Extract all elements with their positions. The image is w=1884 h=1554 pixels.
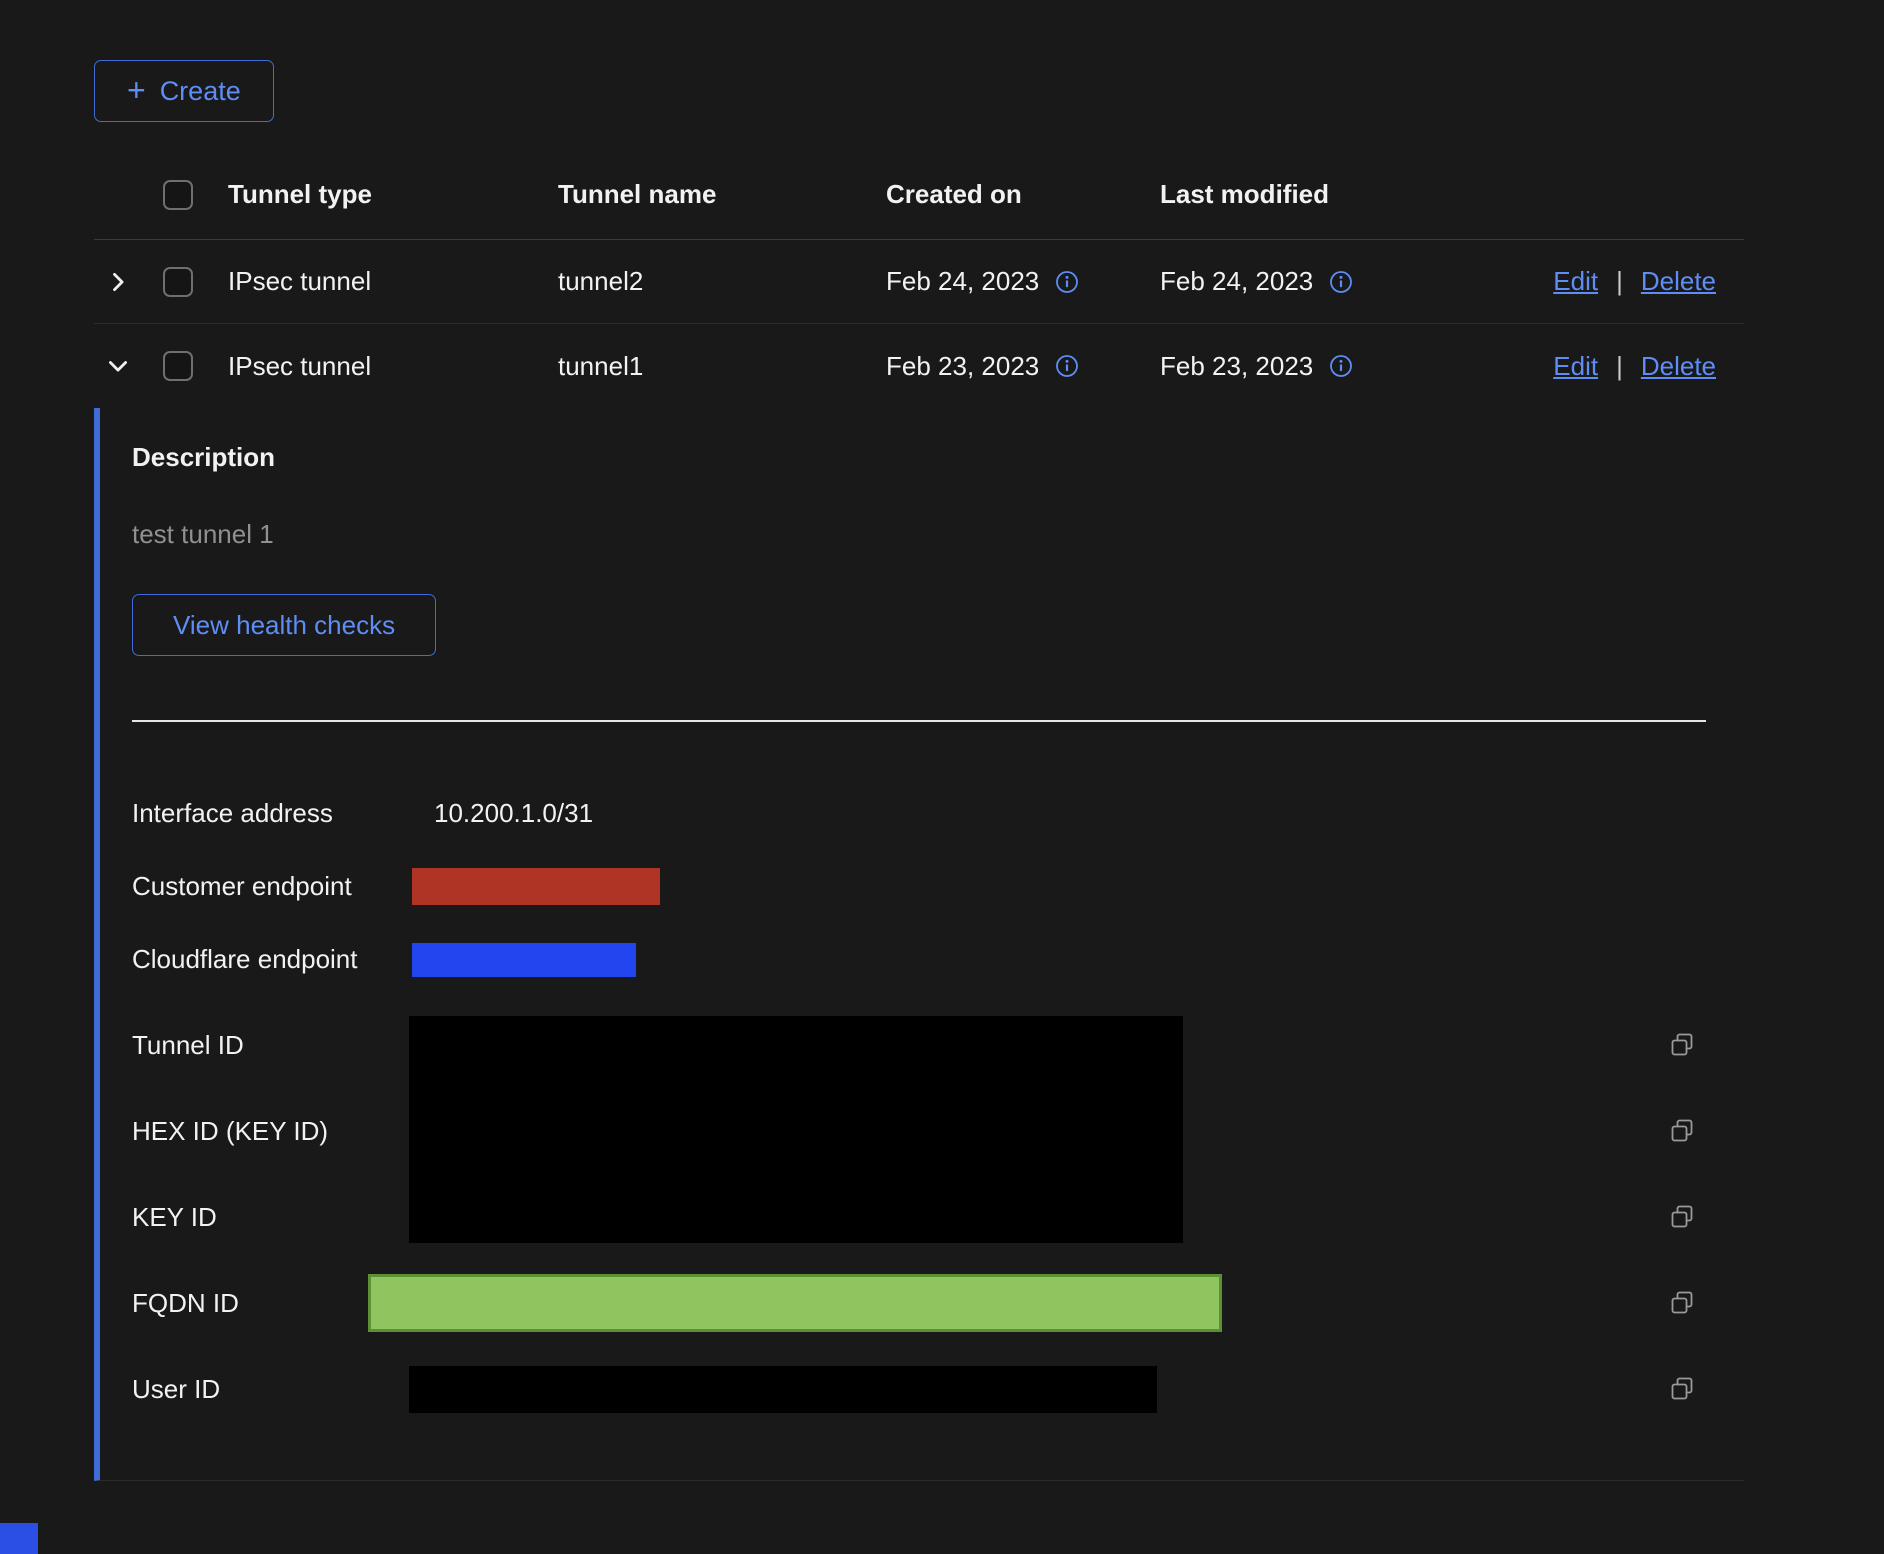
tunnel-type-cell: IPsec tunnel (228, 351, 558, 382)
last-modified-value: Feb 24, 2023 (1160, 266, 1313, 297)
delete-link[interactable]: Delete (1641, 351, 1716, 382)
plus-icon: + (127, 74, 146, 106)
field-group-ids: Tunnel ID HEX ID (KEY ID) KEY ID (132, 1002, 1744, 1260)
column-header-tunnel-name: Tunnel name (558, 179, 886, 210)
create-button[interactable]: + Create (94, 60, 274, 122)
description-heading: Description (132, 442, 1744, 473)
tunnel-fields: Interface address 10.200.1.0/31 Customer… (132, 777, 1744, 1432)
tunnel-name-cell: tunnel1 (558, 351, 886, 382)
action-separator: | (1616, 351, 1623, 382)
table-row-tunnel1: IPsec tunnel tunnel1 Feb 23, 2023 Feb 23… (94, 324, 1744, 408)
redacted-fqdn-id-value (368, 1274, 1222, 1332)
redacted-customer-endpoint-value (412, 868, 660, 905)
field-label: Cloudflare endpoint (132, 944, 412, 975)
tunnel-name-cell: tunnel2 (558, 266, 886, 297)
ipsec-tunnels-page: + Create Tunnel type Tunnel name Created… (0, 0, 1884, 1481)
column-header-created-on: Created on (886, 179, 1160, 210)
copy-fqdn-id-icon[interactable] (1668, 1289, 1696, 1317)
field-fqdn-id: FQDN ID (132, 1260, 1744, 1346)
description-value: test tunnel 1 (132, 519, 1744, 550)
row-checkbox[interactable] (163, 351, 193, 381)
info-icon[interactable] (1055, 270, 1079, 294)
delete-link[interactable]: Delete (1641, 266, 1716, 297)
field-customer-endpoint: Customer endpoint (132, 850, 1744, 923)
redacted-cloudflare-endpoint-value (412, 943, 636, 977)
column-header-tunnel-type: Tunnel type (228, 179, 558, 210)
field-label: User ID (132, 1374, 412, 1405)
scrollbar-fragment (0, 1523, 38, 1554)
info-icon[interactable] (1329, 354, 1353, 378)
table-row-tunnel2: IPsec tunnel tunnel2 Feb 24, 2023 Feb 24… (94, 240, 1744, 324)
info-icon[interactable] (1329, 270, 1353, 294)
row-checkbox[interactable] (163, 267, 193, 297)
created-on-value: Feb 24, 2023 (886, 266, 1039, 297)
interface-address-value: 10.200.1.0/31 (412, 798, 593, 829)
redacted-user-id-value (409, 1366, 1157, 1413)
tunnels-table: Tunnel type Tunnel name Created on Last … (94, 150, 1744, 1481)
create-button-label: Create (160, 76, 241, 107)
tunnel-detail-panel: Description test tunnel 1 View health ch… (94, 408, 1744, 1481)
edit-link[interactable]: Edit (1553, 266, 1598, 297)
field-label: Interface address (132, 798, 412, 829)
select-all-checkbox[interactable] (163, 180, 193, 210)
field-label: KEY ID (132, 1202, 217, 1233)
edit-link[interactable]: Edit (1553, 351, 1598, 382)
field-interface-address: Interface address 10.200.1.0/31 (132, 777, 1744, 850)
copy-hex-id-icon[interactable] (1668, 1117, 1696, 1145)
created-on-value: Feb 23, 2023 (886, 351, 1039, 382)
expand-chevron-right-icon[interactable] (104, 268, 132, 296)
table-header-row: Tunnel type Tunnel name Created on Last … (94, 150, 1744, 240)
action-separator: | (1616, 266, 1623, 297)
copy-tunnel-id-icon[interactable] (1668, 1031, 1696, 1059)
copy-key-id-icon[interactable] (1668, 1203, 1696, 1231)
redacted-id-values (409, 1016, 1183, 1243)
field-label: Customer endpoint (132, 871, 412, 902)
field-label: HEX ID (KEY ID) (132, 1116, 328, 1147)
copy-user-id-icon[interactable] (1668, 1375, 1696, 1403)
info-icon[interactable] (1055, 354, 1079, 378)
tunnel-type-cell: IPsec tunnel (228, 266, 558, 297)
collapse-chevron-down-icon[interactable] (104, 352, 132, 380)
last-modified-value: Feb 23, 2023 (1160, 351, 1313, 382)
field-cloudflare-endpoint: Cloudflare endpoint (132, 923, 1744, 996)
column-header-last-modified: Last modified (1160, 179, 1540, 210)
view-health-checks-button[interactable]: View health checks (132, 594, 436, 656)
section-divider (132, 720, 1706, 722)
field-label: Tunnel ID (132, 1030, 244, 1061)
field-user-id: User ID (132, 1346, 1744, 1432)
